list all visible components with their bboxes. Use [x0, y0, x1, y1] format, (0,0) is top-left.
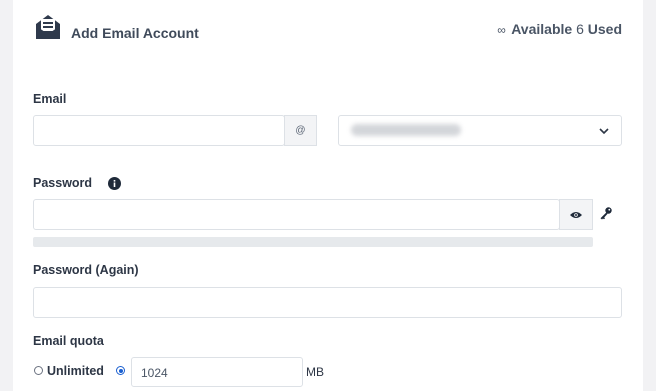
password-input[interactable] — [33, 199, 560, 230]
password-again-input[interactable] — [33, 287, 622, 318]
add-email-account-card: Add Email Account ∞ Available 6 Used Ema… — [13, 0, 643, 391]
show-password-button[interactable] — [559, 199, 593, 230]
info-icon[interactable] — [108, 177, 121, 190]
quota-input[interactable]: 1024 — [131, 357, 303, 387]
page-title: Add Email Account — [71, 25, 199, 41]
unlimited-radio[interactable] — [34, 366, 43, 375]
eye-icon — [570, 211, 582, 218]
used-label: Used — [587, 21, 622, 37]
chevron-down-icon — [599, 128, 609, 135]
account-usage: ∞ Available 6 Used — [497, 21, 622, 37]
unlimited-label: Unlimited — [47, 364, 104, 378]
domain-select[interactable] — [338, 115, 622, 146]
email-username-input[interactable] — [33, 115, 285, 146]
email-label: Email — [33, 92, 67, 106]
quota-unit: MB — [306, 365, 324, 379]
available-label: Available — [511, 21, 573, 37]
password-again-label: Password (Again) — [33, 263, 139, 277]
at-symbol-addon: @ — [284, 115, 317, 146]
email-quota-label: Email quota — [33, 334, 104, 348]
domain-value-blurred — [351, 124, 461, 136]
envelope-icon — [36, 15, 60, 39]
infinity-symbol: ∞ — [497, 23, 506, 37]
password-label: Password — [33, 176, 93, 190]
key-icon[interactable] — [599, 206, 613, 220]
custom-quota-radio[interactable] — [116, 366, 125, 375]
password-strength-bar — [33, 237, 593, 247]
used-count: 6 — [576, 21, 584, 37]
